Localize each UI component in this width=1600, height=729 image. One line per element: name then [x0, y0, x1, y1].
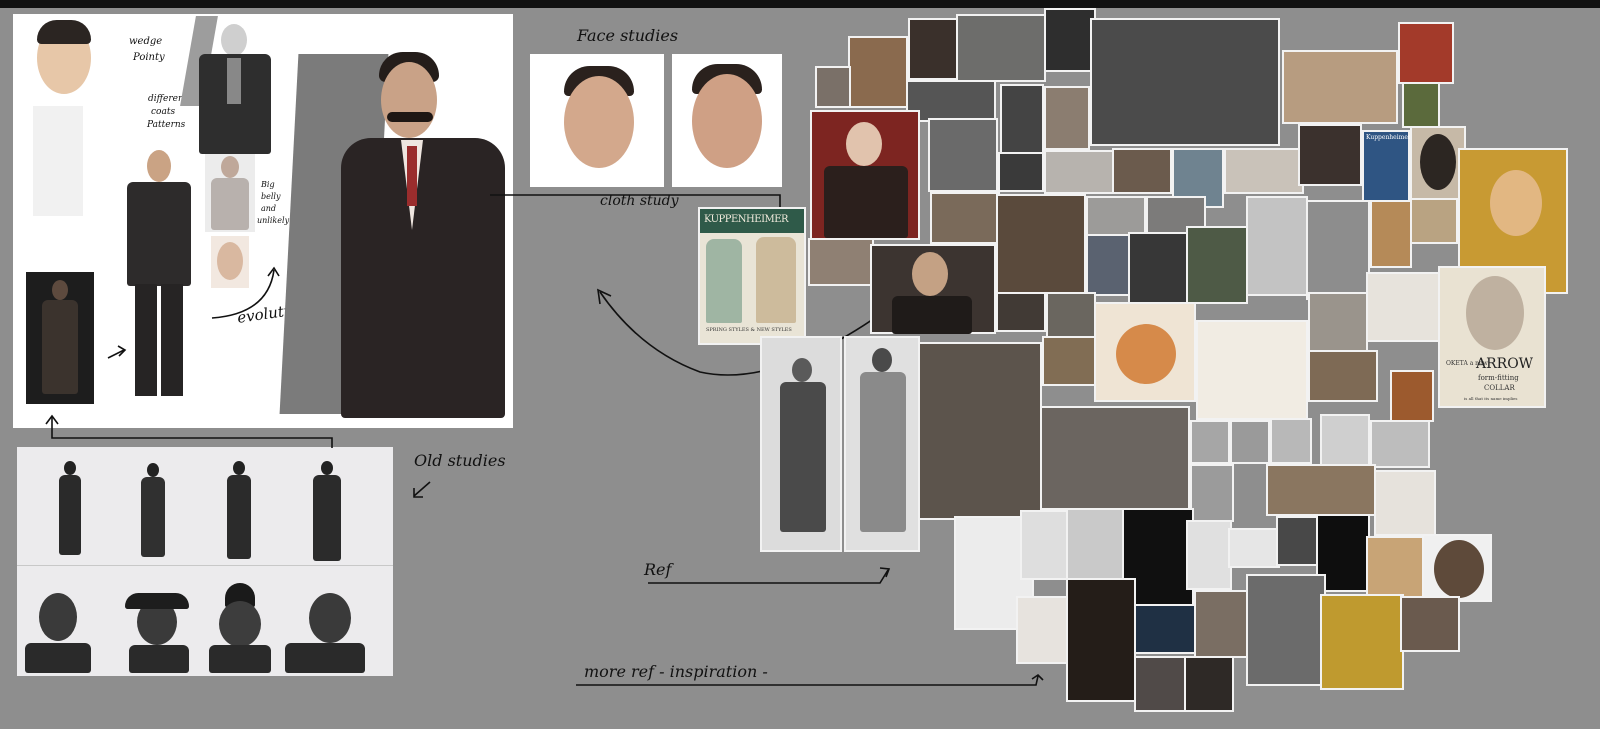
ref-photo-dark-vest [996, 292, 1046, 332]
ref-photo-grid-small-3 [1270, 418, 1312, 464]
ref-photo-seated-woman [848, 36, 908, 108]
ref-photo-man-bw-2 [1044, 86, 1090, 150]
ref-photo-illustration-red [1398, 22, 1454, 84]
ref-photo-vintage-group [1282, 50, 1398, 124]
ref-photo-tiny-ill [1042, 336, 1096, 386]
ref-photo-kupp-ad: Kuppenheimer [1362, 130, 1411, 204]
ref-photo-fight-ill [1194, 590, 1254, 658]
ref-photo-yellow-ill [1320, 594, 1404, 690]
ref-photo-shirt-man [1246, 196, 1308, 296]
ref-photo-couple-sepia [918, 342, 1042, 520]
ref-photo-sepia-group-2 [1266, 464, 1376, 516]
arrow-ad-brand: ARROW [1476, 356, 1534, 372]
ref-photo-green-ill [1402, 82, 1440, 128]
ref-photo-navy-man [1086, 234, 1130, 296]
ref-photo-overcoat [844, 336, 920, 552]
arrow-ad-line2: form-fitting [1478, 374, 1519, 382]
ref-photo-tank-top [1306, 200, 1370, 300]
ref-photo-man-portrait-3 [1046, 292, 1096, 338]
ref-photo-rockwell-bench [1196, 320, 1308, 420]
ref-photo-dark-portrait-2 [1298, 124, 1362, 186]
ref-photo-child-round-2 [1400, 596, 1460, 652]
ref-photo-green-vest [1186, 226, 1248, 304]
ref-photo-painter-ill [1366, 536, 1424, 598]
ref-photo-golfer [760, 336, 842, 552]
ref-photo-portrait-dark-hair [908, 18, 958, 80]
ref-photo-dark-dancer [1186, 520, 1232, 590]
ref-photo-gesturing-man [996, 194, 1086, 294]
ref-photo-tuxedo-red [810, 110, 920, 240]
ref-photo-dinner-couple [1040, 406, 1190, 510]
ref-photo-grid-small-5 [1370, 420, 1430, 468]
ref-photo-scruffy-man [1128, 232, 1188, 304]
kupp-ad-text: Kuppenheimer [1366, 134, 1411, 141]
ref-photo-hat-man [1000, 84, 1044, 156]
ref-photo-child-round [1422, 534, 1492, 602]
ref-photo-man-window [1086, 196, 1146, 236]
ref-photo-grid-small-4 [1320, 414, 1370, 466]
ref-photo-large-group [1090, 18, 1280, 146]
ref-photo-sunglasses [1016, 596, 1072, 664]
ref-photo-man-chair [1066, 578, 1136, 702]
ref-photo-street-bw [1190, 464, 1234, 522]
arrow-ad-line3: COLLAR [1484, 384, 1515, 392]
ref-photo-orange-ill [1390, 370, 1434, 422]
ref-photo-man-table [1308, 292, 1368, 352]
ref-photo-suited-crowd [998, 152, 1044, 192]
ref-photo-smiling-man [1224, 148, 1304, 194]
ref-photo-arrow-collar-ad: OKETA a new ARROW form-fitting COLLAR is… [1438, 266, 1546, 408]
ref-photo-sepia-men [930, 192, 1000, 244]
arrow-ad-line4: is all that its name implies [1464, 396, 1518, 401]
ref-photo-portrait-stubble [1112, 148, 1172, 194]
ref-photo-muscle-ill [1246, 574, 1326, 686]
ref-photo-jump [1020, 510, 1070, 580]
ref-photo-grid-small-1 [1190, 420, 1230, 464]
ref-photo-small-ill [1308, 350, 1378, 402]
ref-photo-thin-men [1408, 198, 1458, 244]
ref-photo-bald-man [1044, 150, 1114, 194]
ref-photo-rockwell-couple [1094, 302, 1196, 402]
ref-photo-soldiers [928, 118, 998, 192]
ref-photo-grid-small-2 [1230, 420, 1270, 464]
ref-photo-hands [1134, 656, 1186, 712]
ref-photo-group-bw [1044, 8, 1096, 72]
ref-photo-white-room [1228, 528, 1280, 568]
ref-photo-mustache-man [870, 244, 996, 334]
ref-photo-gentleman-desk [808, 238, 874, 286]
ref-photo-night-ill [1134, 604, 1198, 654]
ref-photo-man-dark-2 [1276, 516, 1320, 566]
ref-photo-field-men [956, 14, 1046, 82]
ref-photo-fashion-sketch [1366, 272, 1440, 342]
ref-photo-couple-ill [1370, 200, 1412, 268]
ref-photo-lady-frame [1374, 470, 1436, 536]
ref-photo-ballet [1184, 656, 1234, 712]
ref-photo-small-room [815, 66, 851, 108]
ref-photo-dance [1066, 508, 1124, 580]
